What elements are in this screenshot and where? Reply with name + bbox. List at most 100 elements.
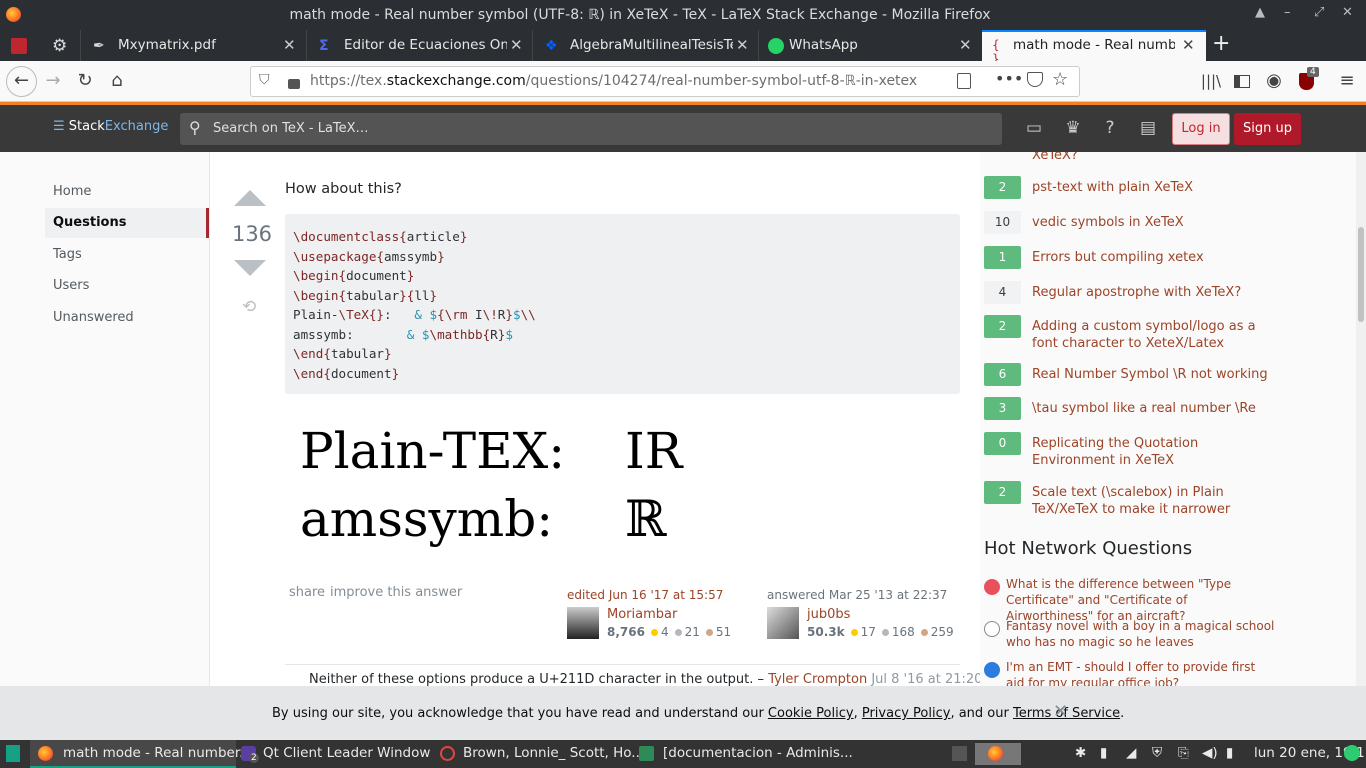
security-icon[interactable]: ⛨ <box>1152 745 1162 761</box>
share-link[interactable]: share <box>289 585 325 600</box>
pinned-tab-1[interactable] <box>0 30 40 61</box>
related-question-link[interactable]: Adding a custom symbol/logo as a font ch… <box>1032 318 1277 352</box>
clipboard-icon[interactable]: ⎘ <box>1178 745 1189 761</box>
sidebar-item-home[interactable]: Home <box>53 184 91 199</box>
gear-icon: ⚙ <box>52 36 68 56</box>
lock-icon[interactable] <box>288 79 300 89</box>
gold-badge-icon <box>650 629 658 636</box>
achievements-icon[interactable]: ♛ <box>1062 118 1084 140</box>
cookie-policy-link[interactable]: Cookie Policy <box>768 706 854 721</box>
taskbar-label[interactable]: Qt Client Leader Window <box>263 745 430 761</box>
comment-user[interactable]: Tyler Crompton <box>768 672 867 686</box>
power-icon[interactable] <box>1344 745 1360 761</box>
manjaro-menu-icon[interactable] <box>6 745 20 762</box>
hot-question-link[interactable]: I'm an EMT - should I offer to provide f… <box>1006 659 1276 686</box>
tab-close-icon[interactable]: ✕ <box>736 36 749 54</box>
window-minimize-button[interactable]: – <box>1284 5 1291 20</box>
avatar[interactable] <box>767 607 799 639</box>
url-bar[interactable]: ⛉ https://tex.stackexchange.com/question… <box>250 66 1080 97</box>
bluetooth-icon[interactable]: ✱ <box>1075 745 1086 761</box>
window-close-button[interactable]: ✕ <box>1342 5 1353 20</box>
rep-score: 8,766 <box>607 625 645 639</box>
related-question-link[interactable]: Real Number Symbol \R not working <box>1032 366 1277 383</box>
tab-close-icon[interactable]: ✕ <box>959 36 972 54</box>
pocket-icon[interactable] <box>1027 72 1043 87</box>
login-button[interactable]: Log in <box>1172 113 1230 145</box>
related-question-link[interactable]: vedic symbols in XeTeX <box>1032 214 1277 231</box>
tab-close-icon[interactable]: ✕ <box>283 36 296 54</box>
reader-view-icon[interactable] <box>957 73 971 89</box>
tab-mxymatrix[interactable]: ✒ Mxymatrix.pdf ✕ <box>80 30 306 61</box>
window-maximize-button[interactable]: ⤢ <box>1314 5 1324 20</box>
hot-question-link[interactable]: What is the difference between "Type Cer… <box>1006 576 1276 624</box>
url-text[interactable]: https://tex.stackexchange.com/questions/… <box>310 73 917 89</box>
improve-answer-link[interactable]: improve this answer <box>330 585 462 600</box>
home-button[interactable]: ⌂ <box>104 69 130 95</box>
sidebar-item-unanswered[interactable]: Unanswered <box>53 310 134 325</box>
sidebar-item-tags[interactable]: Tags <box>53 247 82 262</box>
sidebar-toggle-icon[interactable] <box>1229 69 1255 95</box>
new-tab-button[interactable]: + <box>1212 31 1230 62</box>
site-switcher-icon[interactable]: ▤ <box>1137 118 1159 140</box>
author-username[interactable]: jub0bs <box>807 607 850 622</box>
tab-close-icon[interactable]: ✕ <box>510 36 523 54</box>
tab-math-mode[interactable]: { } math mode - Real number ✕ <box>982 30 1206 66</box>
wifi-icon[interactable]: ◢ <box>1126 745 1136 761</box>
workspace-1-icon[interactable] <box>952 746 967 761</box>
comment-date[interactable]: Jul 8 '16 at 21:20 <box>871 672 980 686</box>
library-icon[interactable]: |||\ <box>1198 69 1224 95</box>
silver-badge-icon <box>881 629 889 636</box>
scrollbar-thumb[interactable] <box>1358 227 1364 322</box>
tab-editor-ecuaciones[interactable]: Σ Editor de Ecuaciones Onlin ✕ <box>306 30 532 61</box>
firefox-icon <box>38 746 53 761</box>
close-icon[interactable]: ✕ <box>1053 701 1068 722</box>
tracking-shield-icon[interactable]: ⛉ <box>259 72 270 88</box>
related-question-link[interactable]: \tau symbol like a real number \Re <box>1032 400 1277 417</box>
tab-close-icon[interactable]: ✕ <box>1182 36 1195 54</box>
edited-timestamp[interactable]: edited Jun 16 '17 at 15:57 <box>567 588 747 602</box>
related-question-link[interactable]: XeTeX? <box>1032 152 1277 164</box>
downvote-button[interactable] <box>234 260 266 276</box>
upvote-button[interactable] <box>234 190 266 206</box>
answered-timestamp: answered Mar 25 '13 at 22:37 <box>767 588 948 602</box>
hot-question-link[interactable]: Fantasy novel with a boy in a magical sc… <box>1006 618 1276 650</box>
related-question-link[interactable]: Regular apostrophe with XeTeX? <box>1032 284 1277 301</box>
inbox-icon[interactable]: ▭ <box>1023 118 1045 140</box>
volume-icon[interactable]: ◀) <box>1202 745 1218 761</box>
related-question-link[interactable]: pst-text with plain XeTeX <box>1032 179 1277 196</box>
history-icon[interactable]: ⟲ <box>242 297 256 317</box>
tab-whatsapp[interactable]: WhatsApp ✕ <box>758 30 982 61</box>
taskbar-label[interactable]: math mode - Real number... <box>63 745 252 761</box>
taskbar-label[interactable]: [documentacion - Adminis... <box>663 745 853 761</box>
sidebar-item-users[interactable]: Users <box>53 278 89 293</box>
editor-username[interactable]: Moriambar <box>607 607 677 622</box>
battery-icon[interactable]: ▮ <box>1226 745 1233 761</box>
removable-drive-icon[interactable]: ▮ <box>1100 745 1107 761</box>
gold-badge-icon <box>850 629 858 636</box>
menu-icon[interactable]: ≡ <box>1334 69 1360 95</box>
back-button[interactable]: ← <box>6 66 37 97</box>
reload-button[interactable]: ↻ <box>72 69 98 95</box>
account-icon[interactable]: ◉ <box>1261 69 1287 95</box>
page-scrollbar[interactable] <box>1356 152 1366 686</box>
related-question-link[interactable]: Replicating the Quotation Environment in… <box>1032 435 1277 469</box>
page-actions-icon[interactable]: ••• <box>995 69 1023 88</box>
sidebar-item-questions[interactable]: Questions <box>45 208 209 238</box>
related-question-link[interactable]: Errors but compiling xetex <box>1032 249 1277 266</box>
help-icon[interactable]: ? <box>1099 118 1121 140</box>
author-signature: answered Mar 25 '13 at 22:37 jub0bs 50.3… <box>767 588 967 639</box>
stackexchange-logo[interactable]: ☰ StackExchange <box>53 119 168 134</box>
signup-button[interactable]: Sign up <box>1234 113 1301 145</box>
tab-algebra-multilineal[interactable]: ❖ AlgebraMultilinealTesisTec ✕ <box>532 30 758 61</box>
bronze-badge-icon <box>920 629 928 636</box>
taskbar-label[interactable]: Brown, Lonnie_ Scott, Ho... <box>463 745 644 761</box>
bookmark-star-icon[interactable]: ☆ <box>1052 69 1068 90</box>
document-viewer-icon <box>440 746 455 761</box>
window-shade-button[interactable]: ▲ <box>1255 5 1265 20</box>
privacy-policy-link[interactable]: Privacy Policy <box>862 706 951 721</box>
related-question-link[interactable]: Scale text (\scalebox) in Plain TeX/XeTe… <box>1032 484 1277 518</box>
site-search-input[interactable]: ⚲ Search on TeX - LaTeX… <box>180 113 1002 145</box>
pinned-tab-2[interactable]: ⚙ <box>40 30 80 61</box>
avatar[interactable] <box>567 607 599 639</box>
forward-button[interactable]: → <box>40 69 66 95</box>
